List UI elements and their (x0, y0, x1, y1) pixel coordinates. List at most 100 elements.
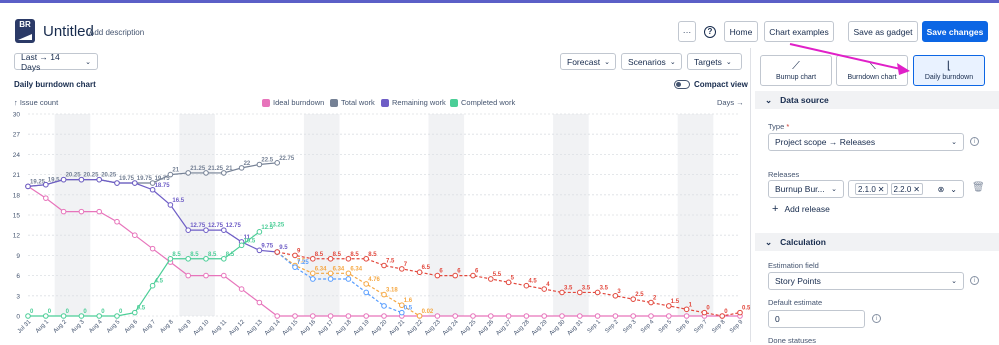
tab-burndown-chart[interactable]: ⟍ Burndown chart (836, 55, 908, 86)
data-point (149, 245, 156, 252)
legend-item-completed[interactable]: Completed work (450, 98, 515, 107)
section-title: Data source (780, 95, 829, 105)
calculation-section-header[interactable]: ⌄ Calculation (755, 233, 999, 251)
legend-item-ideal[interactable]: Ideal burndown (262, 98, 324, 107)
x-tick-label: Aug 9 (177, 319, 193, 335)
plus-icon: + (772, 203, 779, 215)
data-label: 18.75 (155, 183, 171, 189)
data-label: 8.5 (315, 252, 324, 258)
data-point (310, 276, 316, 282)
tab-burnup-chart[interactable]: ⟋ Burnup chart (760, 55, 832, 86)
data-point (541, 313, 548, 319)
data-label: 2 (653, 296, 657, 302)
data-label: 19.75 (119, 176, 135, 182)
data-point (381, 313, 387, 319)
legend-swatch (450, 98, 458, 107)
chevron-down-icon: ⌄ (669, 58, 676, 66)
data-point (238, 286, 245, 292)
y-tick-label: 30 (13, 112, 21, 119)
targets-dropdown[interactable]: Targets ⌄ (687, 53, 742, 70)
data-point (327, 313, 334, 319)
x-tick-label: Aug 6 (124, 319, 140, 335)
data-label: 4 (546, 282, 550, 288)
x-tick-label: Aug 24 (442, 319, 460, 337)
save-changes-button[interactable]: Save changes (922, 21, 988, 42)
chevron-down-icon: ⌄ (831, 186, 837, 193)
add-description-link[interactable]: Add description (89, 28, 144, 37)
data-label: 7.25 (297, 260, 309, 266)
chevron-down-icon: ⌄ (604, 58, 610, 66)
legend-swatch (381, 98, 389, 107)
data-point (114, 218, 120, 225)
home-button[interactable]: Home (724, 21, 758, 42)
data-label: 0 (48, 309, 52, 315)
trash-icon[interactable]: 🗑 (972, 182, 985, 193)
releases-project-select[interactable]: Burnup Bur... ⌄ (768, 180, 844, 198)
data-label: 0 (119, 309, 123, 315)
type-label: Type * (768, 122, 790, 131)
date-range-select[interactable]: Last → 14 Days ⌄ (14, 52, 98, 72)
clear-icon[interactable]: ⊗ (938, 185, 945, 194)
y-axis-label: ↑ Issue count (14, 98, 59, 107)
releases-multiselect[interactable]: 2.1.0 ✕ 2.2.0 ✕ ⊗ ⌄ (848, 180, 964, 198)
y-tick-label: 0 (16, 314, 20, 321)
data-point (381, 303, 387, 309)
info-icon[interactable]: i (970, 276, 979, 285)
data-point (683, 313, 690, 319)
type-value: Project scope → Releases (775, 137, 876, 147)
data-label: 22 (244, 161, 251, 167)
page-title[interactable]: Untitled (43, 23, 94, 40)
type-select[interactable]: Project scope → Releases ⌄ (768, 133, 964, 151)
app-logo: BR (15, 19, 35, 43)
help-button[interactable]: ? (700, 21, 720, 42)
estimation-field-select[interactable]: Story Points ⌄ (768, 272, 964, 290)
done-statuses-label: Done statuses (768, 336, 816, 345)
x-tick-label: Sep 1 (587, 319, 603, 335)
scenarios-dropdown[interactable]: Scenarios ⌄ (621, 53, 682, 70)
release-tag[interactable]: 2.1.0 ✕ (855, 183, 888, 195)
x-tick-label: Aug 26 (478, 319, 496, 337)
tab-daily-burndown[interactable]: ⌊ Daily burndown (913, 55, 985, 86)
compact-view-toggle[interactable] (674, 80, 690, 89)
release-tag[interactable]: 2.2.0 ✕ (890, 183, 923, 195)
data-label: 3 (617, 289, 621, 295)
data-label: 0 (30, 309, 34, 315)
x-tick-label: Aug 19 (353, 319, 371, 337)
x-tick-label: Aug 14 (264, 319, 282, 337)
data-point (666, 313, 672, 319)
x-tick-label: Aug 18 (335, 319, 353, 337)
compact-view-label: Compact view (694, 80, 748, 89)
data-label: 8.5 (333, 252, 342, 258)
data-label: 3.5 (582, 285, 591, 291)
data-label: 6.5 (422, 265, 431, 271)
remove-tag-icon[interactable]: ✕ (878, 185, 885, 194)
data-point (274, 249, 281, 255)
forecast-dropdown[interactable]: Forecast ⌄ (560, 53, 616, 70)
info-icon[interactable]: i (970, 137, 979, 146)
default-estimate-value: 0 (775, 314, 780, 324)
legend-item-total[interactable]: Total work (330, 98, 375, 107)
data-point (488, 313, 494, 319)
save-as-gadget-button[interactable]: Save as gadget (848, 21, 918, 42)
data-source-section-header[interactable]: ⌄ Data source (755, 91, 999, 109)
chart-examples-button[interactable]: Chart examples (764, 21, 834, 42)
x-tick-label: Aug 27 (495, 319, 513, 337)
chevron-down-icon: ⌄ (85, 58, 91, 66)
data-label: 0 (101, 309, 105, 315)
y-tick-label: 9 (16, 253, 20, 260)
data-label: 12.75 (190, 223, 206, 229)
add-release-button[interactable]: + Add release (772, 203, 830, 215)
data-label: 13.25 (269, 222, 285, 228)
data-point (648, 313, 654, 319)
more-button[interactable]: ··· (678, 21, 696, 42)
data-label: 9.5 (279, 245, 288, 251)
data-label: 0.5 (404, 306, 413, 312)
x-tick-label: Aug 21 (389, 319, 407, 337)
data-label: 19.75 (155, 176, 171, 182)
data-point (185, 272, 191, 279)
legend-item-remaining[interactable]: Remaining work (381, 98, 446, 107)
default-estimate-input[interactable]: 0 (768, 310, 865, 328)
remove-tag-icon[interactable]: ✕ (913, 185, 920, 194)
info-icon[interactable]: i (872, 314, 881, 323)
chevron-down-icon: ⌄ (725, 58, 732, 66)
